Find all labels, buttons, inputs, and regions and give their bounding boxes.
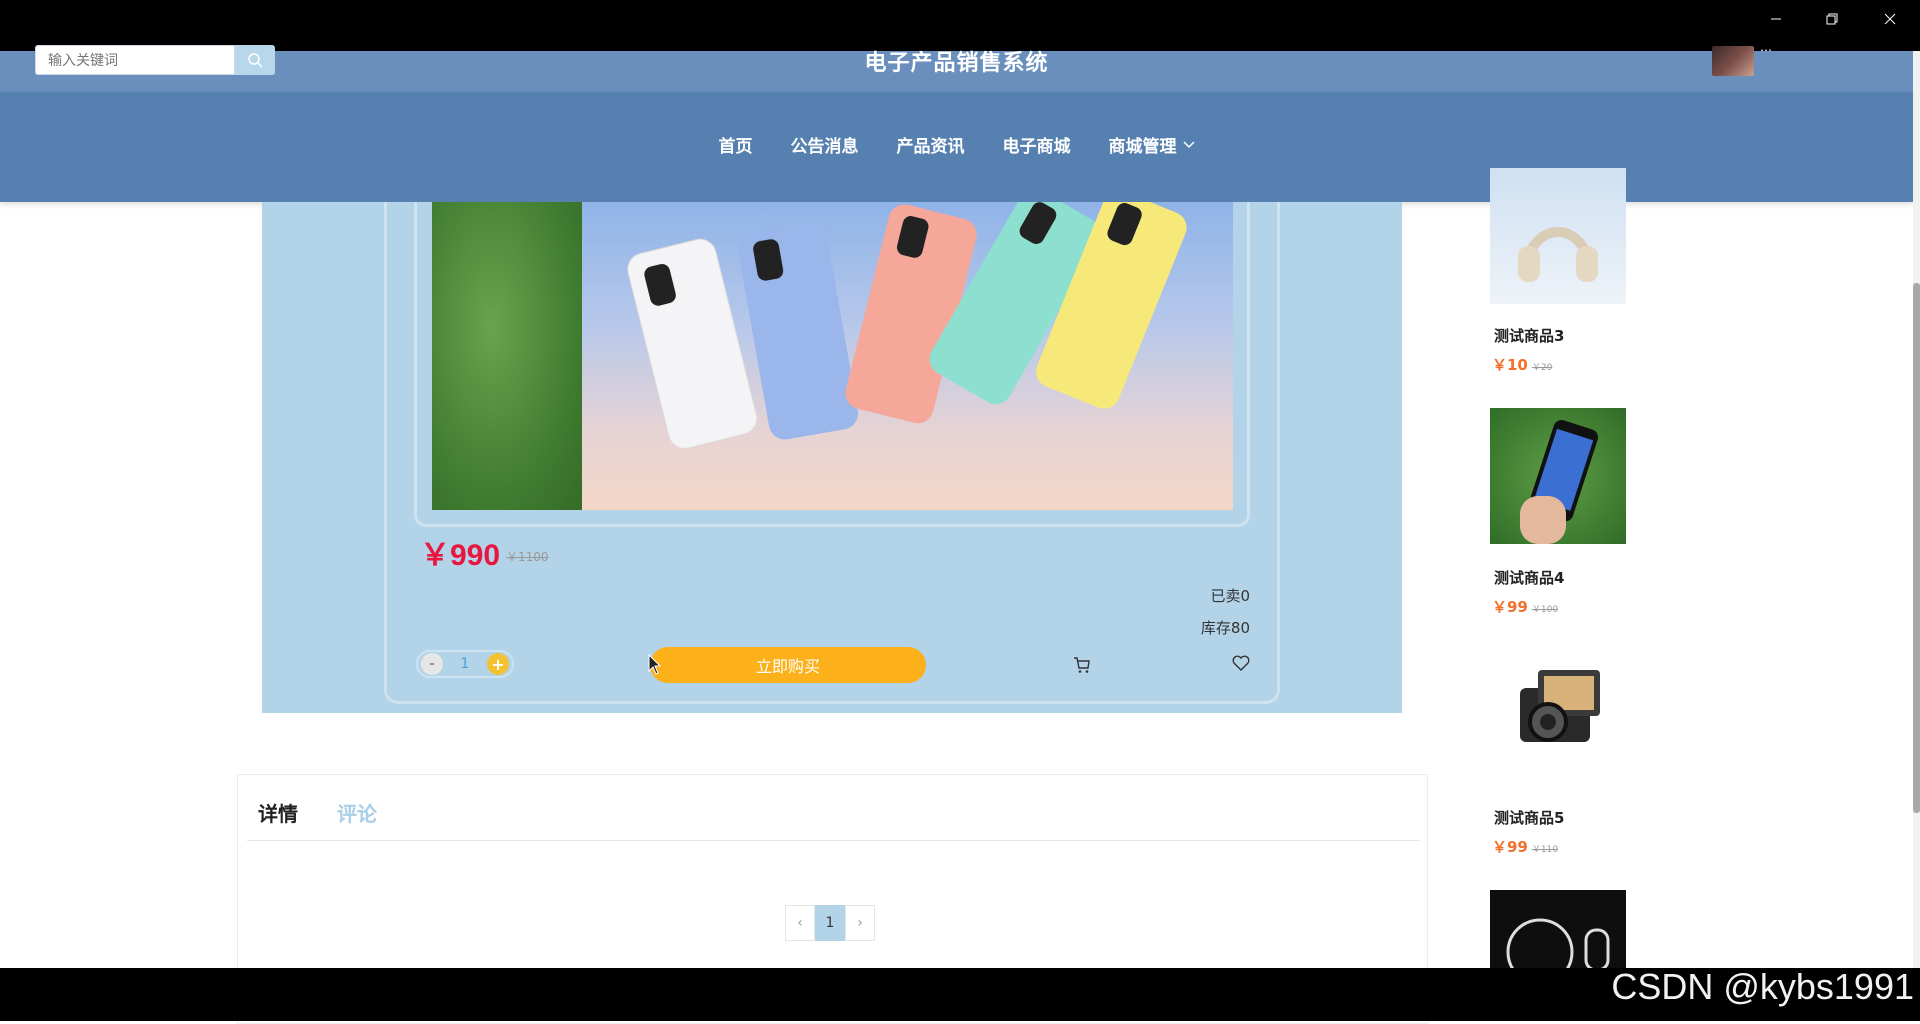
- side-price-original: ￥110: [1531, 845, 1559, 855]
- restore-icon[interactable]: [1804, 0, 1860, 38]
- nav-item-announcements[interactable]: 公告消息: [791, 132, 859, 157]
- side-product-image-5[interactable]: [1490, 648, 1626, 784]
- side-product-price: ￥99 ￥110: [1492, 836, 1558, 857]
- product-image[interactable]: [582, 202, 1233, 510]
- nav-item-shop[interactable]: 电子商城: [1003, 132, 1071, 157]
- quantity-value[interactable]: 1: [461, 656, 470, 672]
- nav-list: 首页 公告消息 产品资讯 电子商城 商城管理: [0, 132, 1913, 157]
- nav-item-home[interactable]: 首页: [719, 132, 753, 157]
- close-icon[interactable]: [1862, 0, 1918, 38]
- quantity-stepper: - 1 +: [416, 650, 514, 678]
- pagination-page[interactable]: 1: [815, 905, 845, 941]
- side-price-value: ￥99: [1492, 598, 1528, 616]
- user-name[interactable]: …: [1760, 40, 1772, 54]
- pagination-next[interactable]: ›: [845, 905, 875, 941]
- side-product-name[interactable]: 测试商品3: [1494, 325, 1564, 346]
- side-product-image-3[interactable]: [1490, 168, 1626, 304]
- quantity-plus-button[interactable]: +: [486, 653, 509, 675]
- nav-item-shop-management-label: 商城管理: [1108, 137, 1177, 156]
- minimize-icon[interactable]: [1748, 0, 1804, 38]
- window-titlebar: [0, 0, 1920, 51]
- side-price-value: ￥99: [1492, 838, 1528, 856]
- nav-item-product-news[interactable]: 产品资讯: [897, 132, 965, 157]
- pagination: ‹ 1 ›: [785, 905, 875, 941]
- tab-divider: [247, 840, 1420, 841]
- tab-comment[interactable]: 评论: [337, 798, 377, 827]
- pagination-prev[interactable]: ‹: [785, 905, 815, 941]
- heart-icon[interactable]: [1232, 655, 1250, 675]
- side-product-name[interactable]: 测试商品5: [1494, 807, 1564, 828]
- user-avatar[interactable]: [1712, 46, 1754, 76]
- cart-icon[interactable]: [1073, 656, 1091, 678]
- side-price-original: ￥100: [1531, 605, 1559, 615]
- side-product-image-4[interactable]: [1490, 408, 1626, 544]
- tab-detail[interactable]: 详情: [258, 798, 298, 827]
- site-title: 电子产品销售系统: [864, 50, 1049, 75]
- product-original-price: ￥1100: [506, 550, 549, 564]
- side-product-price: ￥10 ￥20: [1492, 354, 1552, 375]
- scrollbar-thumb[interactable]: [1913, 283, 1920, 813]
- product-price: ￥990: [420, 539, 501, 572]
- chevron-down-icon: [1182, 140, 1195, 148]
- side-product-price: ￥99 ￥100: [1492, 596, 1558, 617]
- carousel-prev-image[interactable]: [432, 202, 582, 510]
- side-product-name[interactable]: 测试商品4: [1494, 567, 1564, 588]
- side-price-original: ￥20: [1531, 363, 1553, 373]
- nav-item-shop-management[interactable]: 商城管理: [1109, 132, 1195, 157]
- buy-now-button[interactable]: 立即购买: [650, 647, 926, 683]
- stock-count: 库存80: [1200, 619, 1250, 637]
- sold-count: 已卖0: [1210, 587, 1250, 605]
- watermark: CSDN @kybs1991: [1611, 966, 1914, 1007]
- side-price-value: ￥10: [1492, 356, 1528, 374]
- quantity-minus-button[interactable]: -: [421, 653, 443, 675]
- side-product-image-6[interactable]: [1490, 890, 1626, 968]
- mouse-cursor-icon: [648, 653, 662, 680]
- main-navbar: 首页 公告消息 产品资讯 电子商城 商城管理: [0, 92, 1913, 202]
